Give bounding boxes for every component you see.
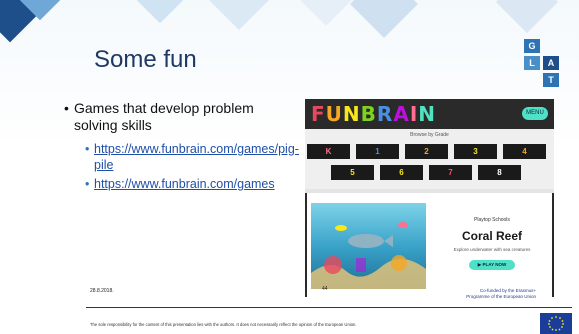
bullet-dot-icon: • <box>64 100 69 116</box>
game-title: Coral Reef <box>461 229 523 243</box>
games-link[interactable]: https://www.funbrain.com/games <box>94 177 275 191</box>
eu-flag-icon <box>540 313 572 334</box>
funbrain-logo-letter: B <box>360 102 377 126</box>
funbrain-logo-letter: F <box>311 102 326 126</box>
funbrain-header: FUNBRAIN MENU <box>305 99 554 129</box>
funbrain-screenshot: FUNBRAIN MENU Browse by Grade K 1 2 3 4 … <box>305 99 554 297</box>
funbrain-logo-letter: I <box>409 102 419 126</box>
sub-bullet-dot-icon: • <box>85 177 90 191</box>
link-item: • https://www.funbrain.com/games <box>85 176 284 192</box>
decorative-diamond <box>205 0 273 30</box>
slide: G L A T Some fun • Games that develop pr… <box>0 0 579 334</box>
menu-button[interactable]: MENU <box>522 107 548 120</box>
page-number: 44 <box>322 286 328 292</box>
grade-5-button[interactable]: 5 <box>331 165 374 180</box>
game-info: Playtop Schools Coral Reef Explore under… <box>442 213 542 271</box>
slide-title: Some fun <box>94 46 197 73</box>
funbrain-logo-letter: U <box>325 102 343 126</box>
decorative-diamond <box>350 0 418 38</box>
disclaimer-text: The sole responsibility for the content … <box>90 322 357 327</box>
grade-1-button[interactable]: 1 <box>356 144 399 159</box>
sub-bullet-dot-icon: • <box>85 142 90 156</box>
main-bullet-text: Games that develop problem solving skill… <box>74 100 254 133</box>
coral-reef-illustration <box>311 222 426 289</box>
logo-tile-t: T <box>543 73 559 87</box>
main-bullet: • Games that develop problem solving ski… <box>64 100 274 134</box>
coral-reef-image[interactable] <box>311 203 426 289</box>
game-subtitle: Explore underwater with sea creatures <box>453 247 531 252</box>
grade-7-button[interactable]: 7 <box>429 165 472 180</box>
pig-pile-link[interactable]: https://www.funbrain.com/games/pig-pile <box>94 142 299 172</box>
funbrain-logo: FUNBRAIN <box>311 102 436 126</box>
footer-divider <box>86 307 572 308</box>
funbrain-logo-letter: A <box>393 102 410 126</box>
funbrain-logo-letter: N <box>342 102 361 126</box>
grade-4-button[interactable]: 4 <box>503 144 546 159</box>
grade-browser: Browse by Grade K 1 2 3 4 5 6 7 8 <box>305 129 554 189</box>
logo-tile-a: A <box>543 56 559 70</box>
grades-label: Browse by Grade <box>410 132 449 138</box>
link-item: • https://www.funbrain.com/games/pig-pil… <box>85 141 299 173</box>
decorative-diamond <box>131 0 189 24</box>
logo-tile-g: G <box>524 39 540 53</box>
game-source-label: Playtop Schools <box>474 217 510 223</box>
grade-8-button[interactable]: 8 <box>478 165 521 180</box>
featured-game-card[interactable]: Playtop Schools Coral Reef Explore under… <box>307 193 552 297</box>
footer-date: 28.8.2018. <box>90 288 114 294</box>
decorative-diamond <box>495 0 559 34</box>
play-now-button[interactable]: ▶ PLAY NOW <box>469 260 515 270</box>
grade-2-button[interactable]: 2 <box>405 144 448 159</box>
decorative-diamond <box>296 0 356 26</box>
logo-tile-l: L <box>524 56 540 70</box>
grade-k-button[interactable]: K <box>307 144 350 159</box>
cofunded-label: Co-funded by the Erasmus+ Programme of t… <box>466 288 536 299</box>
grade-6-button[interactable]: 6 <box>380 165 423 180</box>
funbrain-logo-letter: N <box>418 102 437 126</box>
grade-3-button[interactable]: 3 <box>454 144 497 159</box>
funbrain-logo-letter: R <box>376 102 394 126</box>
